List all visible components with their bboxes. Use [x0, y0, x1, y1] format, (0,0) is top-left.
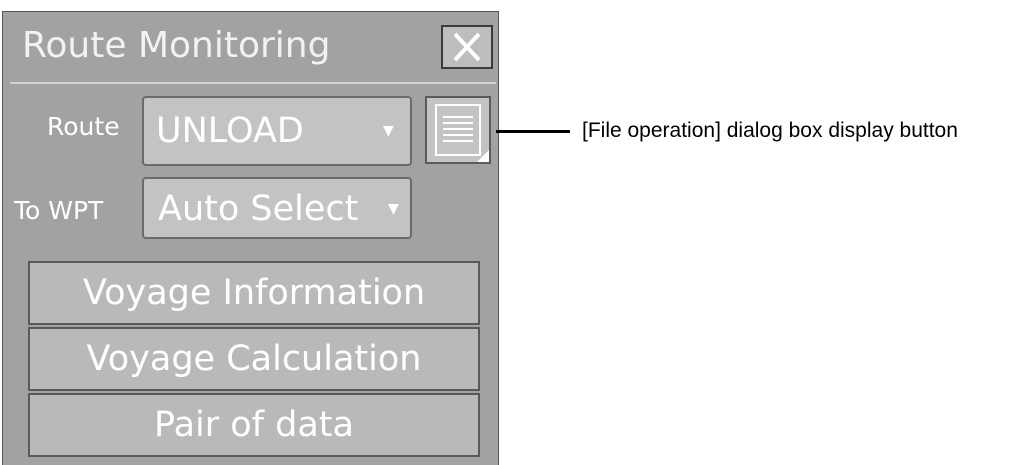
to-wpt-select[interactable]: Auto Select ▼: [142, 177, 412, 239]
voyage-calculation-button[interactable]: Voyage Calculation: [28, 327, 480, 391]
close-icon: [453, 32, 481, 62]
chevron-down-icon: ▼: [383, 123, 394, 139]
pair-of-data-button[interactable]: Pair of data: [28, 393, 480, 457]
title-divider: [10, 82, 496, 84]
panel-title: Route Monitoring: [22, 25, 331, 66]
route-select[interactable]: UNLOAD ▼: [142, 96, 412, 166]
callout-text: [File operation] dialog box display butt…: [582, 119, 958, 142]
to-wpt-label: To WPT: [14, 196, 104, 225]
file-operation-button[interactable]: [425, 96, 491, 164]
route-label: Route: [47, 112, 120, 141]
file-list-icon: [435, 104, 481, 156]
to-wpt-select-value: Auto Select: [158, 189, 359, 229]
close-button[interactable]: [441, 25, 493, 69]
voyage-information-button[interactable]: Voyage Information: [28, 261, 480, 325]
callout-leader-line: [496, 130, 570, 133]
corner-indicator-icon: [477, 150, 489, 162]
route-select-value: UNLOAD: [156, 111, 304, 151]
chevron-down-icon: ▼: [388, 201, 399, 217]
